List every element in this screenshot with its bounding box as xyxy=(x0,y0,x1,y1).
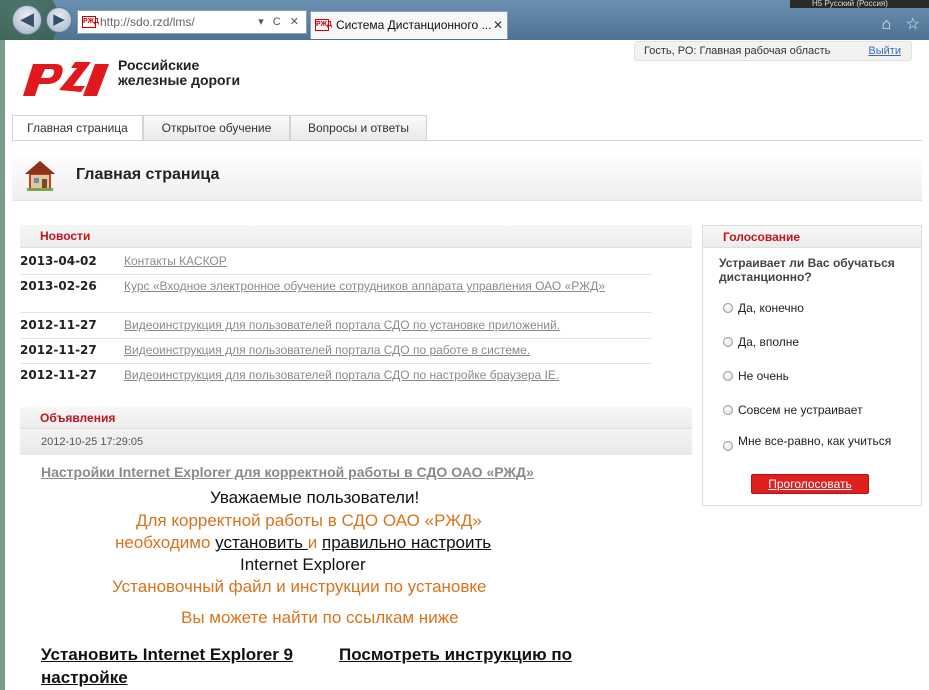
radio-button[interactable] xyxy=(723,441,733,451)
news-date: 2012-11-27 xyxy=(20,318,97,332)
forward-button[interactable]: ▶ xyxy=(46,7,72,33)
menu-item-open-learning[interactable]: Открытое обучение xyxy=(143,115,290,141)
language-indicator: Н5 Русский (Россия) xyxy=(790,0,929,8)
home-favorites-icons[interactable]: ⌂ ☆ xyxy=(882,14,925,34)
forward-arrow-icon: ▶ xyxy=(53,11,65,28)
logo-line-1: Российские xyxy=(118,57,200,73)
news-link[interactable]: Видеоинструкция для пользователей портал… xyxy=(124,368,649,382)
page: Гость, РО: Главная рабочая область Выйти… xyxy=(0,40,929,690)
logo-text: Российские железные дороги xyxy=(118,58,240,88)
poll-option-label: Не очень xyxy=(738,369,789,383)
install-link[interactable]: установить xyxy=(215,533,308,552)
browser-chrome: ◀ ▶ РЖД http://sdo.rzd/lms/ ▾ C ✕ РЖД Си… xyxy=(0,0,929,40)
news-heading: Новости xyxy=(20,225,692,248)
tab-close-icon[interactable]: ✕ xyxy=(493,12,503,38)
page-header: Главная страница xyxy=(12,151,922,201)
announcement-title-link[interactable]: Настройки Internet Explorer для корректн… xyxy=(41,464,534,480)
rzd-logo-icon xyxy=(23,62,109,96)
announcement-line-3: Internet Explorer xyxy=(240,555,366,574)
address-controls[interactable]: ▾ C ✕ xyxy=(258,11,302,33)
news-item: 2013-02-26 Курс «Входное электронное обу… xyxy=(20,279,652,313)
announcement-greeting: Уважаемые пользователи! xyxy=(210,488,420,507)
news-link[interactable]: Видеоинструкция для пользователей портал… xyxy=(124,318,649,332)
tab-favicon-icon: РЖД xyxy=(315,19,332,31)
radio-button[interactable] xyxy=(723,371,733,381)
logo-line-2: железные дороги xyxy=(118,72,241,88)
back-button[interactable]: ◀ xyxy=(12,5,42,35)
address-bar[interactable]: РЖД http://sdo.rzd/lms/ ▾ C ✕ xyxy=(77,10,307,34)
news-link[interactable]: Видеоинструкция для пользователей портал… xyxy=(124,343,649,357)
news-link[interactable]: Курс «Входное электронное обучение сотру… xyxy=(124,279,649,293)
poll-option-label: Да, вполне xyxy=(738,335,800,349)
rzd-logo[interactable]: Российские железные дороги xyxy=(19,56,279,102)
news-date: 2013-02-26 xyxy=(20,279,97,293)
user-info: Гость, РО: Главная рабочая область xyxy=(644,45,831,57)
logout-link[interactable]: Выйти xyxy=(868,42,901,60)
radio-button[interactable] xyxy=(723,337,733,347)
house-icon xyxy=(25,161,55,191)
announcement-line-4: Установочный файл и инструкции по устано… xyxy=(112,577,487,596)
menu-item-home[interactable]: Главная страница xyxy=(12,115,143,141)
news-date: 2012-11-27 xyxy=(20,343,97,357)
site-favicon-icon: РЖД xyxy=(82,16,99,28)
page-left-frame xyxy=(0,40,5,690)
view-instructions-link-cont[interactable]: настройке xyxy=(41,668,128,688)
poll-question: Устраивает ли Вас обучаться дистанционно… xyxy=(719,256,895,284)
poll-option-label: Мне все-равно, как учиться xyxy=(738,434,892,448)
news-item: 2012-11-27 Видеоинструкция для пользоват… xyxy=(20,368,652,389)
vote-button[interactable]: Проголосовать xyxy=(751,474,869,494)
announcement-line-5: Вы можете найти по ссылкам ниже xyxy=(181,608,459,627)
news-link[interactable]: Контакты КАСКОР xyxy=(124,254,649,268)
user-bar: Гость, РО: Главная рабочая область Выйти xyxy=(634,41,912,61)
back-arrow-icon: ◀ xyxy=(20,9,34,29)
news-date: 2013-04-02 xyxy=(20,254,97,268)
poll-panel: Голосование Устраивает ли Вас обучаться … xyxy=(702,225,922,506)
menu-divider xyxy=(12,140,922,141)
configure-link[interactable]: правильно настроить xyxy=(322,533,491,552)
news-item: 2013-04-02 Контакты КАСКОР xyxy=(20,254,652,275)
announcement-date: 2012-10-25 17:29:05 xyxy=(20,429,692,455)
install-ie9-link[interactable]: Установить Internet Explorer 9 xyxy=(41,645,293,665)
news-item: 2012-11-27 Видеоинструкция для пользоват… xyxy=(20,318,652,339)
view-instructions-link[interactable]: Посмотреть инструкцию по xyxy=(339,645,572,665)
news-item: 2012-11-27 Видеоинструкция для пользоват… xyxy=(20,343,652,364)
menu-item-faq[interactable]: Вопросы и ответы xyxy=(290,115,427,141)
radio-button[interactable] xyxy=(723,303,733,313)
page-title: Главная страница xyxy=(76,166,220,183)
announcement-line-2-mid: и xyxy=(307,533,322,552)
poll-option-label: Да, конечно xyxy=(738,301,804,315)
news-date: 2012-11-27 xyxy=(20,368,97,382)
browser-tab[interactable]: РЖД Система Дистанционного ... ✕ xyxy=(310,11,508,39)
announcement-line-1: Для корректной работы в СДО ОАО «РЖД» xyxy=(136,511,482,530)
poll-heading: Голосование xyxy=(703,226,921,248)
announcement-line-2-prefix: необходимо xyxy=(115,533,216,552)
poll-option-label: Совсем не устраивает xyxy=(738,403,863,417)
radio-button[interactable] xyxy=(723,405,733,415)
tab-title: Система Дистанционного ... xyxy=(336,18,492,32)
announcement-line-2: необходимо установить и правильно настро… xyxy=(115,533,491,553)
address-url: http://sdo.rzd/lms/ xyxy=(100,15,195,29)
announcements-heading: Объявления xyxy=(20,407,692,429)
